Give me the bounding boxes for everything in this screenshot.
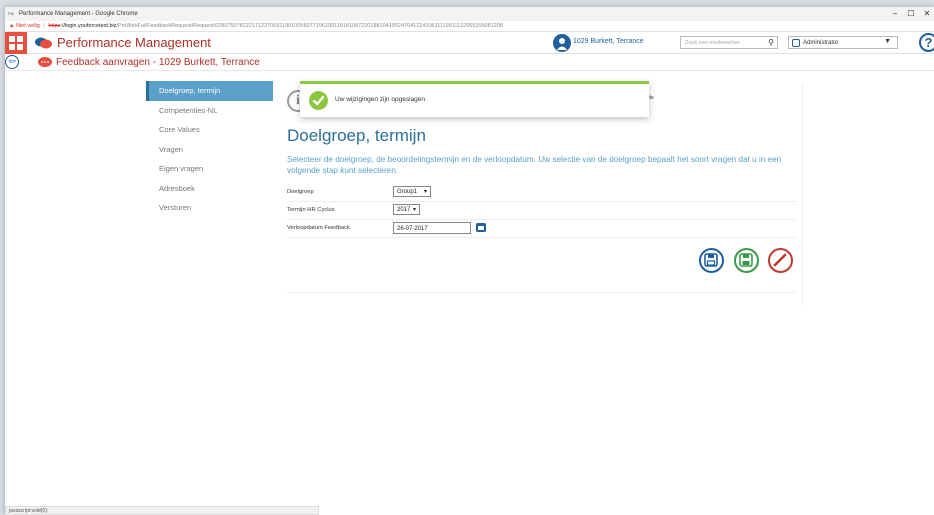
url-host: ://login.youforcetest.biz — [60, 23, 117, 29]
verloopdatum-input[interactable]: 26-07-2017 — [393, 222, 471, 234]
nav-item-doelgroep-termijn[interactable]: Doelgroep, termijn — [146, 81, 273, 101]
back-arrow-icon[interactable]: ⇦ — [5, 55, 19, 69]
performance-chat-icon — [35, 37, 52, 49]
calendar-icon[interactable] — [476, 223, 486, 232]
doelgroep-select[interactable]: Group1 ▾ — [393, 186, 431, 197]
nav-item-core-values[interactable]: Core Values — [146, 120, 273, 140]
apps-grid-icon[interactable] — [5, 32, 27, 54]
url-path: /PmWebFat/FeedbackRequest/Request/028075… — [116, 23, 503, 29]
user-avatar-icon[interactable] — [553, 34, 571, 52]
floppy-disk-icon — [704, 253, 718, 267]
feedback-bubble-icon — [38, 57, 52, 67]
nav-item-adresboek[interactable]: Adresboek — [146, 179, 273, 199]
step-navigation: Doelgroep, termijn Competenties-NL Core … — [146, 81, 273, 218]
nav-item-vragen[interactable]: Vragen — [146, 140, 273, 160]
address-separator: | — [43, 23, 45, 29]
role-select[interactable]: Administrator ▼ — [788, 36, 898, 49]
role-switch-icon — [792, 39, 800, 47]
employee-search-input[interactable]: Zoek een medewerker ⚲ — [680, 36, 778, 49]
chevron-down-icon: ▼ — [884, 38, 891, 45]
doelgroep-label: Doelgroep — [287, 189, 314, 195]
browser-window: PM Performance Management - Google Chrom… — [5, 7, 934, 515]
help-icon[interactable]: ? — [919, 33, 934, 52]
floppy-disk-exit-icon — [739, 253, 753, 267]
save-and-close-button[interactable] — [734, 248, 759, 273]
success-toast: Uw wijzigingen zijn opgeslagen — [300, 81, 649, 117]
nav-item-eigen-vragen[interactable]: Eigen vragen — [146, 159, 273, 179]
field-row-doelgroep: Doelgroep Group1 ▾ — [287, 184, 797, 202]
page-subheader: ⇦ Feedback aanvragen - 1029 Burkett, Ter… — [5, 54, 934, 71]
current-user-name[interactable]: 1029 Burkett, Terrance — [573, 38, 644, 45]
checkmark-icon — [309, 91, 328, 110]
termijn-select[interactable]: 2017 ▾ — [393, 204, 420, 215]
url-protocol: https — [48, 23, 61, 29]
nav-item-competenties[interactable]: Competenties-NL — [146, 101, 273, 121]
close-button[interactable]: ✕ — [920, 9, 934, 19]
app-favicon: PM — [8, 11, 14, 16]
field-row-verloopdatum: Verloopdatum Feedback 26-07-2017 — [287, 220, 797, 238]
content-divider — [287, 292, 797, 293]
toast-message: Uw wijzigingen zijn opgeslagen — [335, 96, 425, 103]
browser-status-bar: javascript:void(0); — [5, 506, 319, 515]
section-description: Selecteer de doelgroep, de beoordelingst… — [287, 155, 782, 175]
search-placeholder: Zoek een medewerker — [685, 40, 740, 46]
app-header: Performance Management 1029 Burkett, Ter… — [5, 32, 934, 54]
termijn-label: Termijn HR Cyclus — [287, 207, 335, 213]
chevron-down-icon: ▾ — [412, 207, 416, 213]
page-title: Feedback aanvragen - 1029 Burkett, Terra… — [56, 57, 260, 68]
slash-icon — [773, 253, 787, 267]
minimize-button[interactable]: – — [888, 9, 902, 19]
title-bar: PM Performance Management - Google Chrom… — [5, 7, 934, 21]
verloopdatum-label: Verloopdatum Feedback — [287, 225, 350, 231]
cancel-button[interactable] — [768, 248, 793, 273]
address-bar[interactable]: ▲ Niet veilig | https://login.youforcete… — [5, 21, 934, 32]
not-secure-label[interactable]: Niet veilig — [16, 23, 40, 29]
termijn-value: 2017 — [397, 207, 411, 213]
window-title: Performance Management - Google Chrome — [19, 11, 138, 17]
search-icon[interactable]: ⚲ — [768, 38, 774, 47]
doelgroep-value: Group1 — [397, 189, 418, 195]
app-title: Performance Management — [57, 35, 211, 50]
chevron-down-icon: ▾ — [423, 189, 427, 195]
maximize-button[interactable]: ☐ — [904, 9, 918, 19]
field-row-termijn: Termijn HR Cyclus 2017 ▾ — [287, 202, 797, 220]
save-button[interactable] — [699, 248, 724, 273]
section-heading: Doelgroep, termijn — [287, 126, 426, 145]
warning-triangle-icon[interactable]: ▲ — [9, 23, 14, 29]
nav-item-versturen[interactable]: Versturen — [146, 198, 273, 218]
main-content: i n de Doelgroep, termijn Selecteer de d… — [279, 84, 803, 307]
role-label: Administrator — [803, 40, 839, 46]
